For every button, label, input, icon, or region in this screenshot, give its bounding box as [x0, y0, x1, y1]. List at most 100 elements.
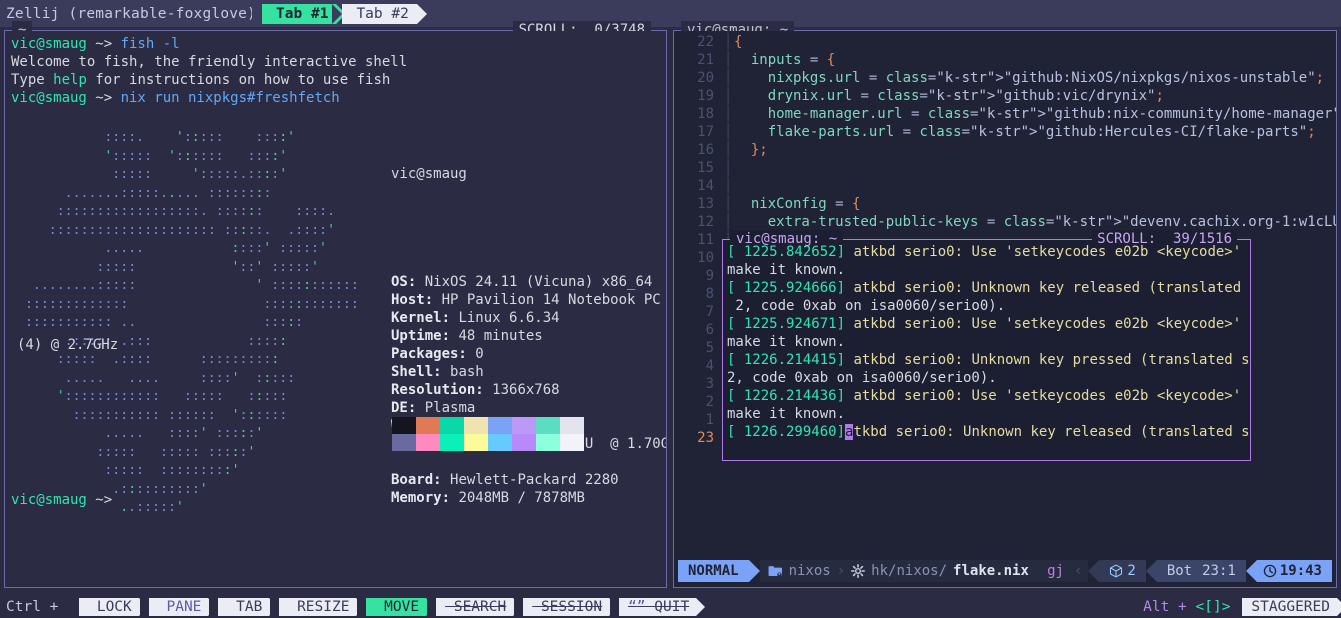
dmesg-line: make it known.	[727, 406, 846, 422]
statusline-time-value: 19:43	[1279, 563, 1322, 579]
neovim-editor[interactable]: 22 │{21 │ inputs = {20 │ nixpkgs.url = clas…	[674, 31, 1336, 587]
editor-line: 15 │	[674, 159, 1336, 177]
statusbar-item-label: PANE	[157, 598, 202, 615]
palette-swatch	[488, 434, 512, 451]
clock-icon	[1263, 564, 1277, 578]
line-number: 7	[705, 304, 714, 320]
fetch-info-row: Kernel: Linux 6.6.34	[391, 309, 666, 327]
statusbar-item-session[interactable]: SESSION	[514, 597, 619, 616]
statusline-project: nixos	[788, 563, 831, 579]
dmesg-message: tkbd serio0: Unknown key released (trans…	[853, 424, 1250, 440]
terminal-pane-left[interactable]: ~ SCROLL: 0/3748 vic@smaug ~> fish -l We…	[4, 21, 667, 588]
editor-line: 12 │ extra-trusted-public-keys = class="k…	[674, 213, 1336, 231]
line-content: nixpkgs.url = class="k-str">"github:NixO…	[767, 70, 1316, 86]
statusbar-right-cap-icon	[696, 597, 706, 616]
statusbar-item-pane[interactable]: PANE	[139, 597, 218, 616]
tab-2[interactable]: Tab #2	[332, 3, 427, 24]
folder-icon	[768, 565, 783, 578]
dmesg-message: atkbd serio0: Use 'setkeycodes e02b <key…	[845, 388, 1250, 404]
fold-column: │	[724, 88, 733, 104]
statusbar-left-cap-icon	[209, 597, 219, 616]
statusbar-left-cap-icon	[70, 597, 80, 616]
line-number: 8	[705, 286, 714, 302]
fetch-info-row: Memory: 2048MB / 7878MB	[391, 489, 666, 507]
fold-column: │	[724, 142, 733, 158]
statusline-position: Bot 23:1	[1156, 560, 1246, 582]
line-number: 23	[697, 430, 714, 446]
statusline-register: gj	[1043, 560, 1074, 582]
statusline-git-count: 2	[1127, 563, 1136, 579]
fetch-info-row: Resolution: 1366x768	[391, 381, 666, 399]
fetch-info-value: Plasma	[424, 400, 476, 416]
fetch-info-row: Board: Hewlett-Packard 2280	[391, 471, 666, 489]
statusbar-item-quit[interactable]: QUIT	[610, 597, 706, 616]
fetch-info-value: Hewlett-Packard 2280	[450, 472, 619, 488]
editor-line: 17 │ flake-parts.url = class="k-str">"git…	[674, 123, 1336, 141]
editor-pane-right[interactable]: vic@smaug: ~ 22 │{21 │ inputs = {20 │ nixpk…	[673, 21, 1337, 588]
fetch-info-key: Packages:	[391, 346, 467, 362]
shell-line-command: vic@smaug ~> fish -l	[11, 36, 180, 52]
dmesg-timestamp: [ 1226.214415]	[727, 352, 846, 368]
line-number: 22	[697, 34, 714, 50]
statusline-right-section: gj ‹ 2 Bot 23:1 19:43	[1043, 560, 1332, 582]
statusbar-item-label: TAB	[227, 598, 263, 615]
shell-command: nix run nixpkgs#freshfetch	[120, 90, 340, 106]
fetch-info-value: HP Pavilion 14 Notebook PC	[441, 292, 661, 308]
nixos-ascii-logo: ::::. '::::: ::::' '::::: ':::::: ::::' …	[24, 130, 359, 515]
statusbar-item-tab[interactable]: TAB	[209, 597, 279, 616]
terminal-output-left: vic@smaug ~> fish -l Welcome to fish, th…	[5, 31, 666, 587]
tab-left-cap-icon	[252, 3, 263, 24]
dmesg-timestamp: [ 1226.299460]	[727, 424, 846, 440]
statusline-position-value: 23:1	[1202, 563, 1236, 579]
line-number: 21	[697, 52, 714, 68]
fetch-info-key: Memory:	[391, 490, 451, 506]
floating-terminal-pane[interactable]: vic@smaug: ~ SCROLL: 39/1516 [ 1225.8426…	[722, 230, 1251, 461]
statusbar-left-cap-icon	[357, 597, 367, 616]
neovim-statusline: NORMAL nixos › hk/nixos/flake.nix gj ‹ 2…	[678, 560, 1332, 582]
zellij-status-bar: Ctrl + LOCK PANE TAB RESIZE MOVE SEARCH …	[0, 595, 1341, 618]
palette-swatch	[488, 417, 512, 434]
statusline-git-arrow-icon	[1088, 560, 1100, 582]
palette-swatch	[512, 434, 536, 451]
fetch-info-value: Linux 6.6.34	[458, 310, 560, 326]
line-content: nixConfig = {	[750, 196, 861, 212]
dmesg-message: atkbd serio0: Unknown key pressed (trans…	[845, 352, 1250, 368]
statusbar-item-resize[interactable]: RESIZE	[270, 597, 366, 616]
editor-line: 21 │ inputs = {	[674, 51, 1336, 69]
tab-left-cap-icon	[332, 3, 343, 24]
statusbar-left-cap-icon	[139, 597, 149, 616]
color-palette	[392, 417, 584, 451]
statusbar-item-lock[interactable]: LOCK	[70, 597, 148, 616]
shell-user-host: vic@smaug	[11, 90, 87, 106]
fold-column: │	[724, 52, 733, 68]
dmesg-timestamp: [ 1225.924666]	[727, 280, 846, 296]
line-number: 3	[705, 376, 714, 392]
palette-swatch	[416, 434, 440, 451]
line-content: drynix.url = class="k-str">"github:vic/d…	[767, 88, 1156, 104]
shell-line-command: vic@smaug ~> nix run nixpkgs#freshfetch	[11, 90, 340, 106]
line-number: 1	[705, 412, 714, 428]
gear-icon	[851, 564, 866, 578]
dmesg-timestamp: [ 1226.214436]	[727, 388, 846, 404]
dmesg-line: [ 1226.214415] atkbd serio0: Unknown key…	[727, 351, 1250, 369]
fold-column: │	[724, 214, 733, 230]
statusline-mode: NORMAL	[678, 560, 749, 582]
editor-line: 13 │ nixConfig = {	[674, 195, 1336, 213]
fetch-info-row: OS: NixOS 24.11 (Vicuna) x86_64	[391, 273, 666, 291]
fetch-info-value: 1366x768	[492, 382, 560, 398]
statusline-chevron-icon: ‹	[1073, 560, 1089, 582]
dmesg-output: [ 1225.842652] atkbd serio0: Use 'setkey…	[723, 240, 1250, 460]
palette-swatch	[560, 417, 584, 434]
line-number: 15	[697, 160, 714, 176]
statusbar-item-search[interactable]: SEARCH	[427, 597, 523, 616]
fetch-info-row: Uptime: 48 minutes	[391, 327, 666, 345]
statusbar-layout-indicator[interactable]: STAGGERED	[1233, 597, 1341, 616]
fetch-info-spacer	[391, 453, 666, 471]
dmesg-line: [ 1226.299460]atkbd serio0: Unknown key …	[727, 423, 1250, 441]
statusbar-prefix: Ctrl +	[6, 598, 68, 615]
statusbar-item-move[interactable]: MOVE	[357, 597, 436, 616]
tab-1[interactable]: Tab #1	[252, 3, 347, 24]
line-number: 10	[697, 250, 714, 266]
palette-swatch	[512, 417, 536, 434]
color-palette-row-1	[392, 417, 584, 434]
